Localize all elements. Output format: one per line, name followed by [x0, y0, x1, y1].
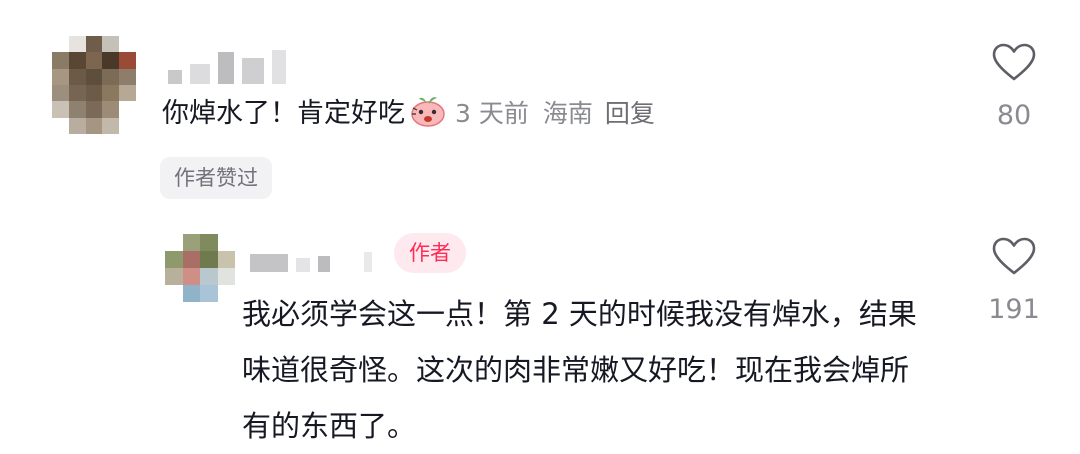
comment-like-count: 80: [996, 100, 1032, 131]
comment-reply-button[interactable]: 回复: [605, 99, 655, 128]
author-badge: 作者: [394, 233, 466, 273]
peach-face-emoji-icon: [411, 97, 445, 127]
comment-time: 3 天前: [455, 99, 529, 128]
author-liked-badge: 作者赞过: [160, 157, 272, 199]
heart-icon[interactable]: [991, 42, 1037, 82]
heart-icon[interactable]: [991, 236, 1037, 276]
reply-like-count: 191: [988, 294, 1040, 325]
reply-text: 我必须学会这一点！第 2 天的时候我没有焯水，结果味道很奇怪。这次的肉非常嫩又好…: [242, 297, 917, 443]
comment-text-row: 你焯水了！肯定好吃 3 天前 海南 回复: [162, 94, 655, 132]
comment-location: 海南: [542, 99, 593, 128]
comment-like-button[interactable]: 80: [984, 42, 1044, 131]
author-username[interactable]: [250, 250, 372, 272]
commenter-avatar[interactable]: [52, 36, 136, 134]
comment-text: 你焯水了！肯定好吃: [162, 98, 405, 129]
reply-like-button[interactable]: 191: [984, 236, 1044, 325]
author-avatar[interactable]: [165, 234, 235, 302]
commenter-username[interactable]: [168, 50, 286, 84]
